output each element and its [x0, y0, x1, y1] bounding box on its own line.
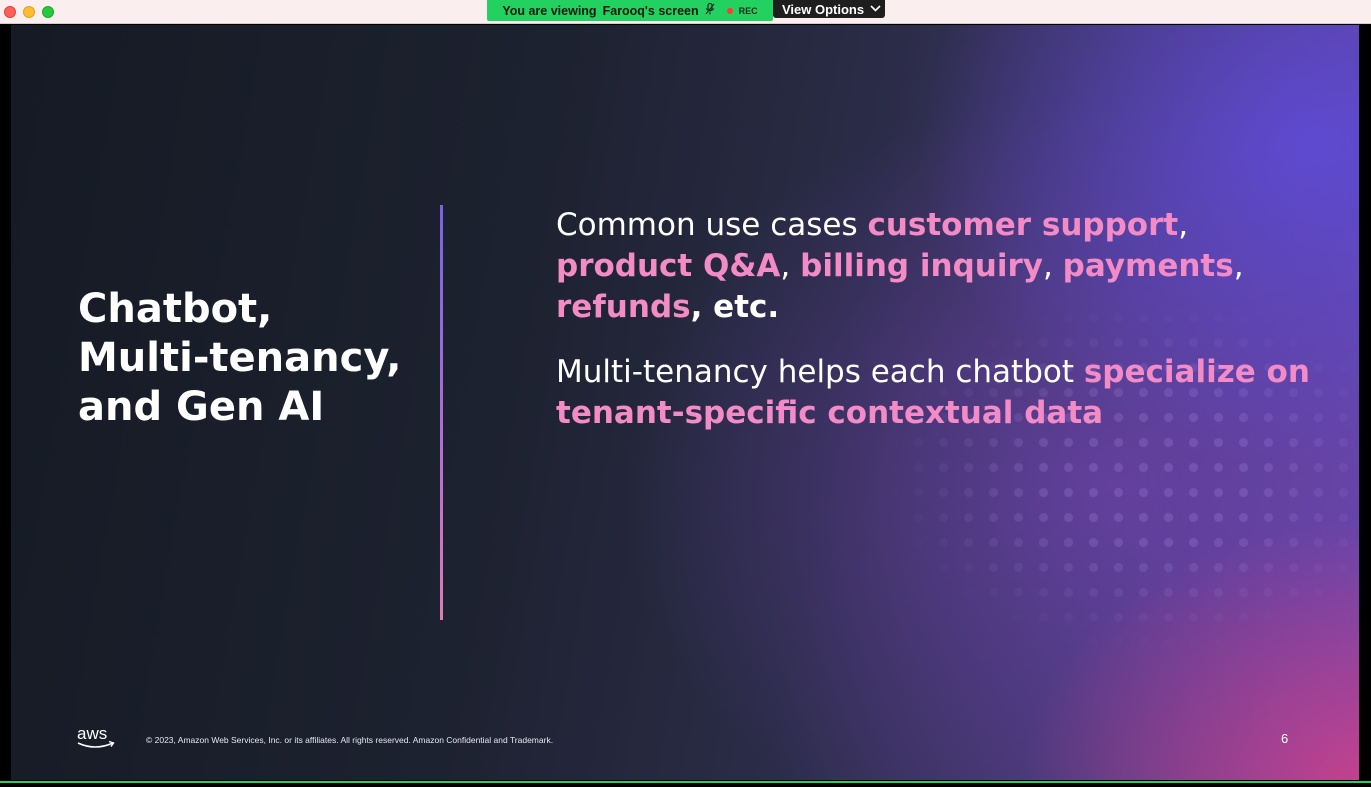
presenter-name: Farooq's screen: [602, 3, 699, 18]
view-options-button[interactable]: View Options: [773, 0, 885, 18]
slide-body: Common use cases customer support, produc…: [556, 205, 1316, 458]
vertical-divider: [440, 205, 443, 620]
separator: ,: [1178, 207, 1189, 243]
highlight-customer-support: customer support: [867, 207, 1179, 243]
highlight-payments: payments: [1062, 248, 1234, 284]
view-options-label: View Options: [782, 1, 865, 17]
slide-title-line-1: Chatbot,: [78, 286, 273, 332]
highlight-billing-inquiry: billing inquiry: [800, 248, 1043, 284]
multi-tenancy-intro: Multi-tenancy helps each chatbot: [556, 354, 1084, 390]
use-cases-tail: , etc.: [690, 289, 780, 325]
recording-label: REC: [738, 5, 758, 16]
use-cases-paragraph: Common use cases customer support, produc…: [556, 205, 1316, 328]
microphone-muted-icon: [705, 2, 715, 18]
share-indicator-border: [0, 781, 1371, 783]
close-window-button[interactable]: [4, 6, 16, 18]
slide-title: Chatbot, Multi-tenancy, and Gen AI: [78, 285, 438, 432]
aws-logo: aws: [75, 724, 119, 753]
minimize-window-button[interactable]: [23, 6, 35, 18]
separator: ,: [1042, 248, 1063, 284]
recording-dot-icon: [726, 7, 733, 14]
aws-logo-text: aws: [77, 725, 107, 743]
presentation-slide: Chatbot, Multi-tenancy, and Gen AI Commo…: [11, 25, 1359, 780]
slide-title-line-3: and Gen AI: [78, 384, 325, 430]
shared-screen-area: Chatbot, Multi-tenancy, and Gen AI Commo…: [0, 24, 1371, 782]
highlight-product-qa: product Q&A: [556, 248, 781, 284]
separator: ,: [780, 248, 801, 284]
slide-page-number: 6: [1281, 731, 1289, 746]
multi-tenancy-paragraph: Multi-tenancy helps each chatbot special…: [556, 352, 1316, 434]
slide-title-line-2: Multi-tenancy,: [78, 335, 402, 381]
viewing-label: You are viewing: [502, 3, 597, 18]
maximize-window-button[interactable]: [42, 6, 54, 18]
screen-share-banner: You are viewing Farooq's screen REC: [487, 0, 773, 21]
separator: ,: [1233, 248, 1244, 284]
use-cases-intro: Common use cases: [556, 207, 868, 243]
copyright-notice: © 2023, Amazon Web Services, Inc. or its…: [146, 735, 554, 745]
highlight-refunds: refunds: [556, 289, 691, 325]
chevron-down-icon: [870, 4, 881, 15]
